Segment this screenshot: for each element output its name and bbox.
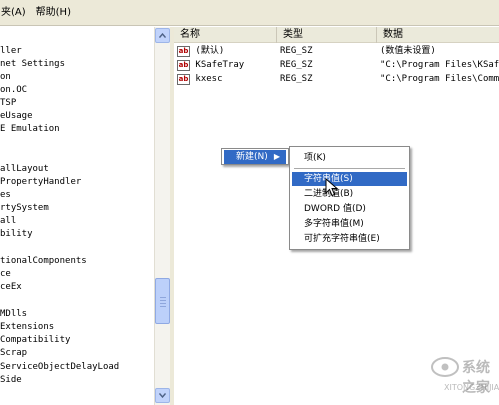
tree-item[interactable]: ServiceObjectDelayLoad	[0, 361, 119, 374]
submenu-arrow-icon: ▶	[273, 152, 280, 161]
submenu-item-string-value[interactable]: 字符串值(S)	[292, 172, 407, 186]
tree-item[interactable]: eUsage	[0, 110, 33, 123]
context-menu: 新建(N) ▶	[221, 148, 289, 165]
column-header-data[interactable]: 数据	[377, 27, 499, 43]
submenu-item-expandable-string-value[interactable]: 可扩充字符串值(E)	[292, 232, 407, 246]
grip-line	[160, 297, 166, 298]
mouse-pointer-icon	[325, 178, 339, 197]
tree-item[interactable]: ller	[0, 45, 22, 58]
column-header-type[interactable]: 类型	[277, 27, 377, 43]
list-row[interactable]: ab kxesc REG_SZ "C:\Program Files\Common	[174, 73, 499, 86]
menu-separator	[294, 168, 405, 169]
tree-item[interactable]: all	[0, 215, 16, 228]
watermark: 系统之家 XITONGZHIJIA.NET	[428, 355, 499, 403]
column-header-name[interactable]: 名称	[174, 27, 277, 43]
tree-item[interactable]: on.OC	[0, 84, 27, 97]
tree-item[interactable]: tionalComponents	[0, 255, 87, 268]
submenu-item-dword-value[interactable]: DWORD 值(D)	[292, 202, 407, 216]
value-data: (数值未设置)	[380, 46, 436, 56]
tree-item[interactable]: ce	[0, 268, 11, 281]
tree-item[interactable]: Scrap	[0, 347, 27, 360]
grip-line	[160, 300, 166, 301]
grip-line	[160, 306, 166, 307]
value-name-cell: ab KSafeTray	[177, 59, 244, 72]
tree-item[interactable]: PropertyHandler	[0, 176, 81, 189]
list-row[interactable]: ab (默认) REG_SZ (数值未设置)	[174, 45, 499, 58]
new-submenu: 项(K) 字符串值(S) 二进制值(B) DWORD 值(D) 多字符串值(M)…	[289, 146, 410, 250]
value-name: KSafeTray	[195, 60, 245, 70]
scrollbar-thumb[interactable]	[155, 278, 170, 324]
scroll-down-button[interactable]	[155, 388, 170, 403]
string-value-icon: ab	[177, 74, 190, 85]
tree-vertical-scrollbar[interactable]	[154, 27, 170, 405]
tree-item[interactable]: ceEx	[0, 281, 22, 294]
chevron-up-icon	[159, 33, 166, 38]
string-value-icon: ab	[177, 46, 190, 57]
menu-item-new[interactable]: 新建(N) ▶	[224, 150, 286, 164]
value-name-cell: ab (默认)	[177, 45, 224, 58]
watermark-url-text: XITONGZHIJIA.NET	[444, 383, 499, 392]
tree-item[interactable]: on	[0, 71, 11, 84]
tree-item[interactable]: Compatibility	[0, 334, 70, 347]
tree-item[interactable]: bility	[0, 228, 33, 241]
tree-item[interactable]: TSP	[0, 97, 16, 110]
submenu-item-key[interactable]: 项(K)	[292, 151, 407, 165]
menu-help[interactable]: 帮助(H)	[31, 4, 76, 22]
menu-bar: 夹(A) 帮助(H)	[0, 0, 499, 26]
value-name: kxesc	[195, 74, 223, 84]
value-name: (默认)	[195, 46, 225, 56]
value-type: REG_SZ	[280, 46, 313, 56]
tree-item[interactable]: rtySystem	[0, 202, 49, 215]
tree-item[interactable]: MDlls	[0, 308, 27, 321]
grip-line	[160, 303, 166, 304]
tree-item[interactable]: Side	[0, 374, 22, 387]
tree-item[interactable]: net Settings	[0, 58, 65, 71]
menu-item-new-label: 新建(N)	[236, 152, 268, 162]
list-header: 名称 类型 数据	[174, 27, 499, 43]
value-data: "C:\Program Files\Common	[380, 74, 499, 84]
string-value-icon: ab	[177, 60, 190, 71]
value-type: REG_SZ	[280, 60, 313, 70]
value-name-cell: ab kxesc	[177, 73, 223, 86]
submenu-item-binary-value[interactable]: 二进制值(B)	[292, 187, 407, 201]
menu-favorites[interactable]: 夹(A)	[0, 4, 31, 22]
scroll-up-button[interactable]	[155, 28, 170, 43]
tree-item[interactable]: es	[0, 189, 11, 202]
value-type: REG_SZ	[280, 74, 313, 84]
value-data: "C:\Program Files\KSafe\	[380, 60, 499, 70]
tree-item[interactable]: E Emulation	[0, 123, 60, 136]
tree-item[interactable]: allLayout	[0, 163, 49, 176]
submenu-item-multi-string-value[interactable]: 多字符串值(M)	[292, 217, 407, 231]
chevron-down-icon	[159, 393, 166, 398]
watermark-logo-icon	[431, 357, 459, 377]
registry-key-tree[interactable]: ller net Settings on on.OC TSP eUsage E …	[0, 27, 154, 405]
tree-item[interactable]: Extensions	[0, 321, 54, 334]
list-row[interactable]: ab KSafeTray REG_SZ "C:\Program Files\KS…	[174, 59, 499, 72]
